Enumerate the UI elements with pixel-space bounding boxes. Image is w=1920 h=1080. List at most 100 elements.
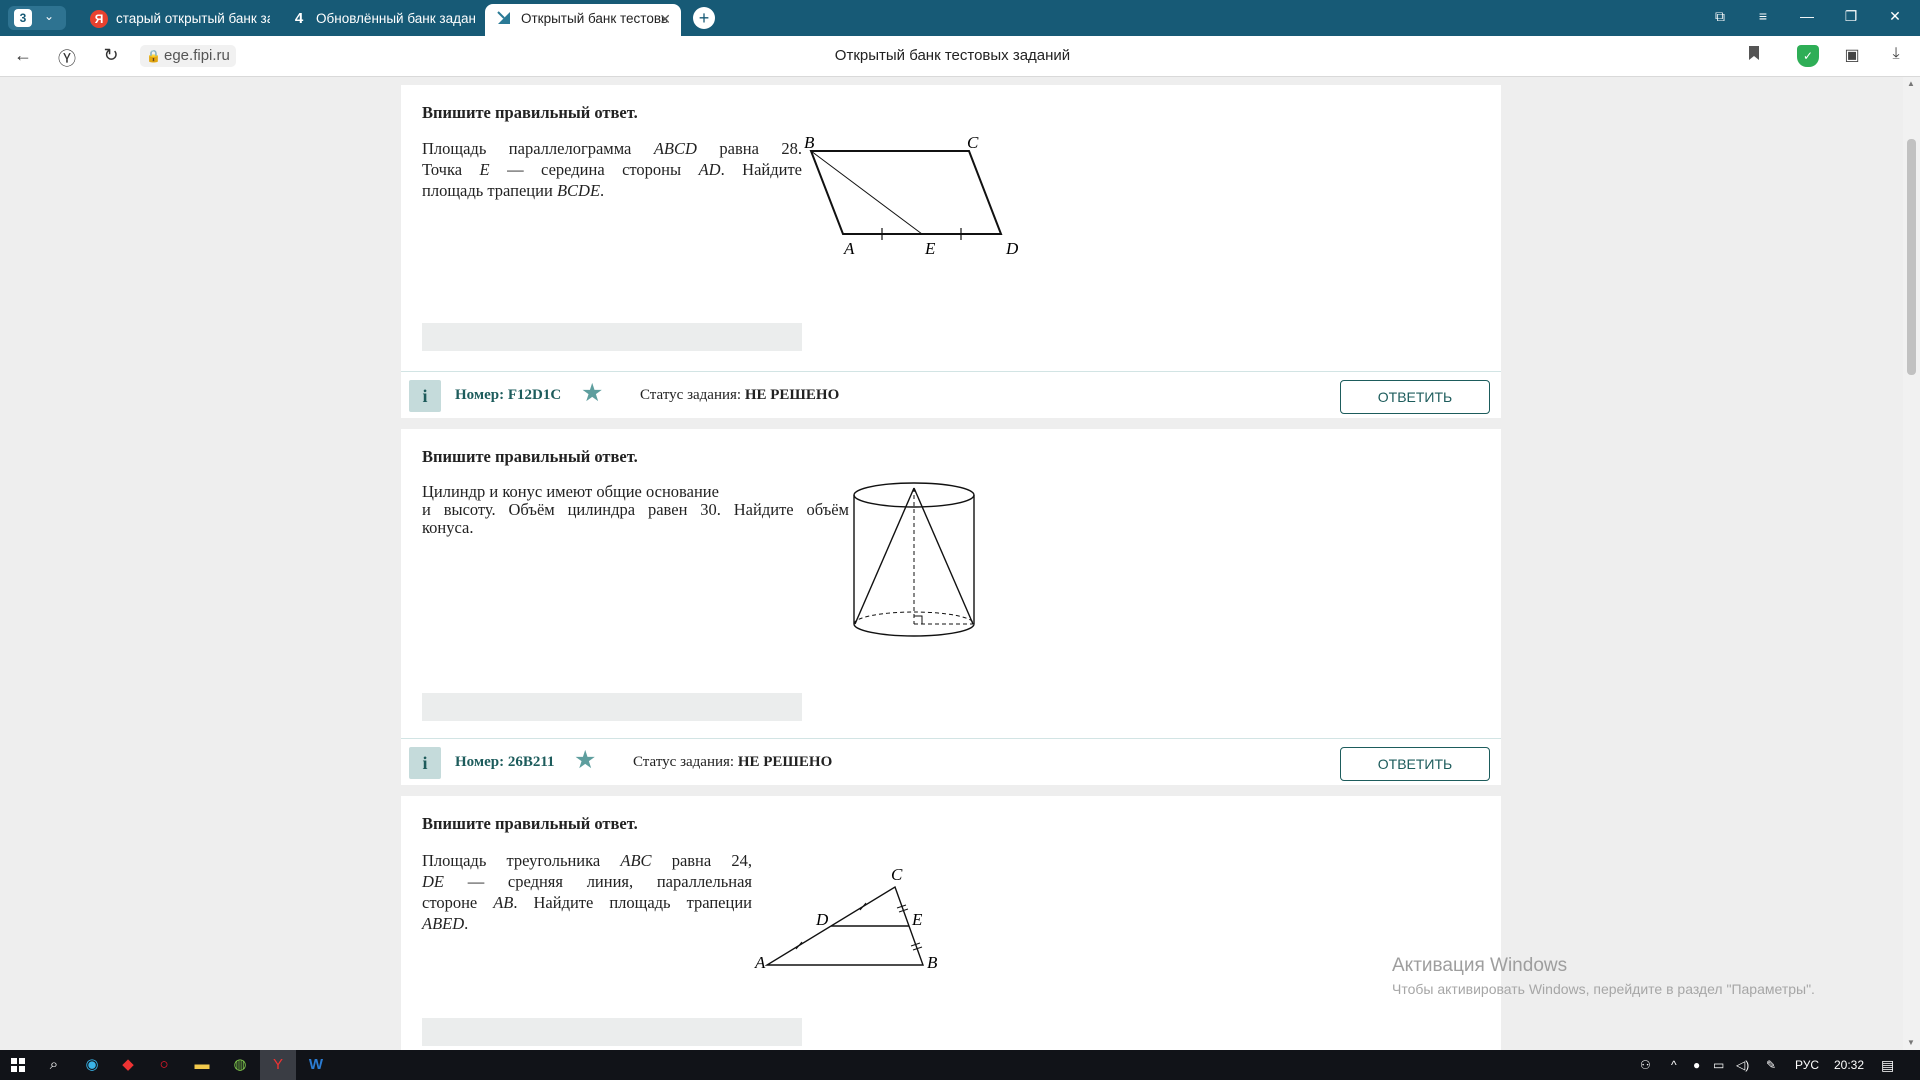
extensions-icon[interactable]: ▣ [1841,45,1863,67]
answer-input[interactable] [422,693,802,721]
text-line: стороне AB. Найдите площадь трапеции [422,893,752,912]
restore-icon[interactable]: ❐ [1841,8,1861,25]
answer-input[interactable] [422,1018,802,1046]
label-e: E [911,910,923,929]
network-icon[interactable]: ▭ [1713,1050,1724,1080]
parallelogram-figure: B C A E D [804,135,1019,258]
yandex-app-icon[interactable]: ◆ [110,1050,146,1080]
tab-count-badge: 3 [14,9,32,27]
task-card: Впишите правильный ответ. Площадь треуго… [401,796,1501,1050]
tab-label: Обновлённый банк задан [316,11,475,26]
task-footer: i Номер: F12D1C ★ Статус задания: НЕ РЕШ… [401,371,1501,418]
tab-label: старый открытый банк за [116,11,270,26]
yandex-icon: Я [90,10,108,29]
label-b: B [804,135,815,152]
task-status: Статус задания: НЕ РЕШЕНО [633,754,833,770]
task-heading: Впишите правильный ответ. [422,103,638,122]
task-card: Впишите правильный ответ. Площадь паралл… [401,85,1501,371]
triangle-figure: A B C D E [754,865,938,972]
scroll-up-arrow-icon[interactable]: ▲ [1907,79,1915,88]
windows-activation-subtitle: Чтобы активировать Windows, перейдите в … [1392,981,1815,997]
task-footer: i Номер: 26B211 ★ Статус задания: НЕ РЕШ… [401,738,1501,785]
answer-button[interactable]: ОТВЕТИТЬ [1340,380,1490,414]
text-line: Точка E — середина стороны AD. Найдите [422,160,802,179]
label-a: A [843,239,855,258]
close-window-icon[interactable]: ✕ [1885,8,1905,25]
task-heading: Впишите правильный ответ. [422,447,638,466]
search-icon[interactable]: ⌕ [36,1050,72,1080]
status-value: НЕ РЕШЕНО [744,387,840,403]
text-line: площадь трапеции BCDE. [422,181,605,200]
answer-button[interactable]: ОТВЕТИТЬ [1340,747,1490,781]
label-c: C [891,865,903,884]
text-line: и высоту. Объём цилиндра равен 30. Найди… [422,500,849,519]
edge-icon[interactable]: ◉ [74,1050,110,1080]
menu-icon[interactable]: ≡ [1753,8,1773,24]
info-icon[interactable]: i [409,747,441,779]
info-icon[interactable]: i [409,380,441,412]
task-text: Площадь параллелограмма ABCD равна 28. Т… [422,138,802,201]
page-viewport: Впишите правильный ответ. Площадь паралл… [0,77,1903,1050]
utorrent-icon[interactable]: ◍ [222,1050,258,1080]
close-icon[interactable]: ✕ [659,4,671,34]
browser-tab-strip: 3 ⌄ Ястарый открытый банк за 4 Обновлённы… [0,0,1920,36]
yandex-browser-taskbar-icon[interactable]: Y [260,1050,296,1080]
label-e: E [924,239,936,258]
address-bar: ← Ⓨ ↻ 🔒 ege.fipi.ru Открытый банк тестов… [0,36,1920,77]
language-indicator[interactable]: РУС [1795,1050,1819,1080]
page-title: Открытый банк тестовых заданий [834,47,1071,64]
tab-group-counter[interactable]: 3 ⌄ [8,6,66,30]
status-value: НЕ РЕШЕНО [737,754,833,770]
microphone-icon[interactable]: ● [1693,1050,1700,1080]
collections-icon[interactable]: ⧉ [1710,8,1730,25]
pen-icon[interactable]: ✎ [1766,1050,1776,1080]
task-number: Номер: F12D1C [455,387,562,403]
bookmark-icon[interactable] [1743,45,1765,67]
tab-old-open-bank[interactable]: Ястарый открытый банк за [90,4,270,36]
label-a: A [754,953,766,972]
downloads-icon[interactable]: ⤓ [1885,45,1907,67]
text-line: ABED. [422,914,469,933]
tab-open-test-bank[interactable]: Открытый банк тестовь ✕ [485,4,681,36]
text-line: Площадь треугольника ABC равна 24, [422,851,752,870]
page-scrollbar[interactable]: ▲ ▼ [1903,77,1920,1050]
word-icon[interactable]: W [298,1050,334,1080]
site-icon: 4 [294,10,304,28]
task-card: Впишите правильный ответ. Цилиндр и кону… [401,429,1501,738]
clock[interactable]: 20:32 [1834,1050,1864,1080]
scroll-down-arrow-icon[interactable]: ▼ [1907,1038,1915,1047]
file-explorer-icon[interactable]: ▬ [184,1050,220,1080]
favorite-star-icon[interactable]: ★ [574,748,596,773]
task-text: Площадь треугольника ABC равна 24, DE — … [422,850,752,934]
new-tab-button[interactable]: + [693,7,715,29]
task-heading: Впишите правильный ответ. [422,814,638,833]
answer-input[interactable] [422,323,802,351]
tab-updated-bank[interactable]: 4 Обновлённый банк задан [290,4,475,36]
scrollbar-thumb[interactable] [1907,139,1916,375]
windows-taskbar: ⌕ ◉ ◆ ○ ▬ ◍ Y W ⚇ ^ ● ▭ ◁) ✎ РУС 20:32 ▤ [0,1050,1920,1080]
volume-icon[interactable]: ◁) [1736,1050,1749,1080]
label-d: D [1005,239,1019,258]
task-number: Номер: 26B211 [455,754,555,770]
favorite-star-icon[interactable]: ★ [581,381,603,406]
label-b: B [927,953,938,972]
text-line: Цилиндр и конус имеют общие основание [422,482,719,501]
task-status: Статус задания: НЕ РЕШЕНО [640,387,840,403]
task-text: Цилиндр и конус имеют общие основание и … [422,483,849,537]
text-line: DE — средняя линия, параллельная [422,872,752,891]
label-c: C [967,135,979,152]
label-d: D [815,910,829,929]
windows-activation-title: Активация Windows [1392,955,1568,976]
tab-label: Открытый банк тестовь [521,11,669,26]
notifications-icon[interactable]: ▤ [1881,1050,1894,1080]
minimize-icon[interactable]: — [1797,8,1817,24]
windows-start-icon[interactable] [0,1050,36,1080]
people-icon[interactable]: ⚇ [1640,1050,1651,1080]
opera-icon[interactable]: ○ [146,1050,182,1080]
chevron-down-icon: ⌄ [44,9,55,23]
text-line: конуса. [422,518,474,537]
protect-shield-icon[interactable]: ✓ [1797,45,1819,67]
text-line: Площадь параллелограмма ABCD равна 28. [422,139,802,158]
cylinder-cone-figure [853,482,975,637]
tray-chevron-icon[interactable]: ^ [1671,1050,1677,1080]
